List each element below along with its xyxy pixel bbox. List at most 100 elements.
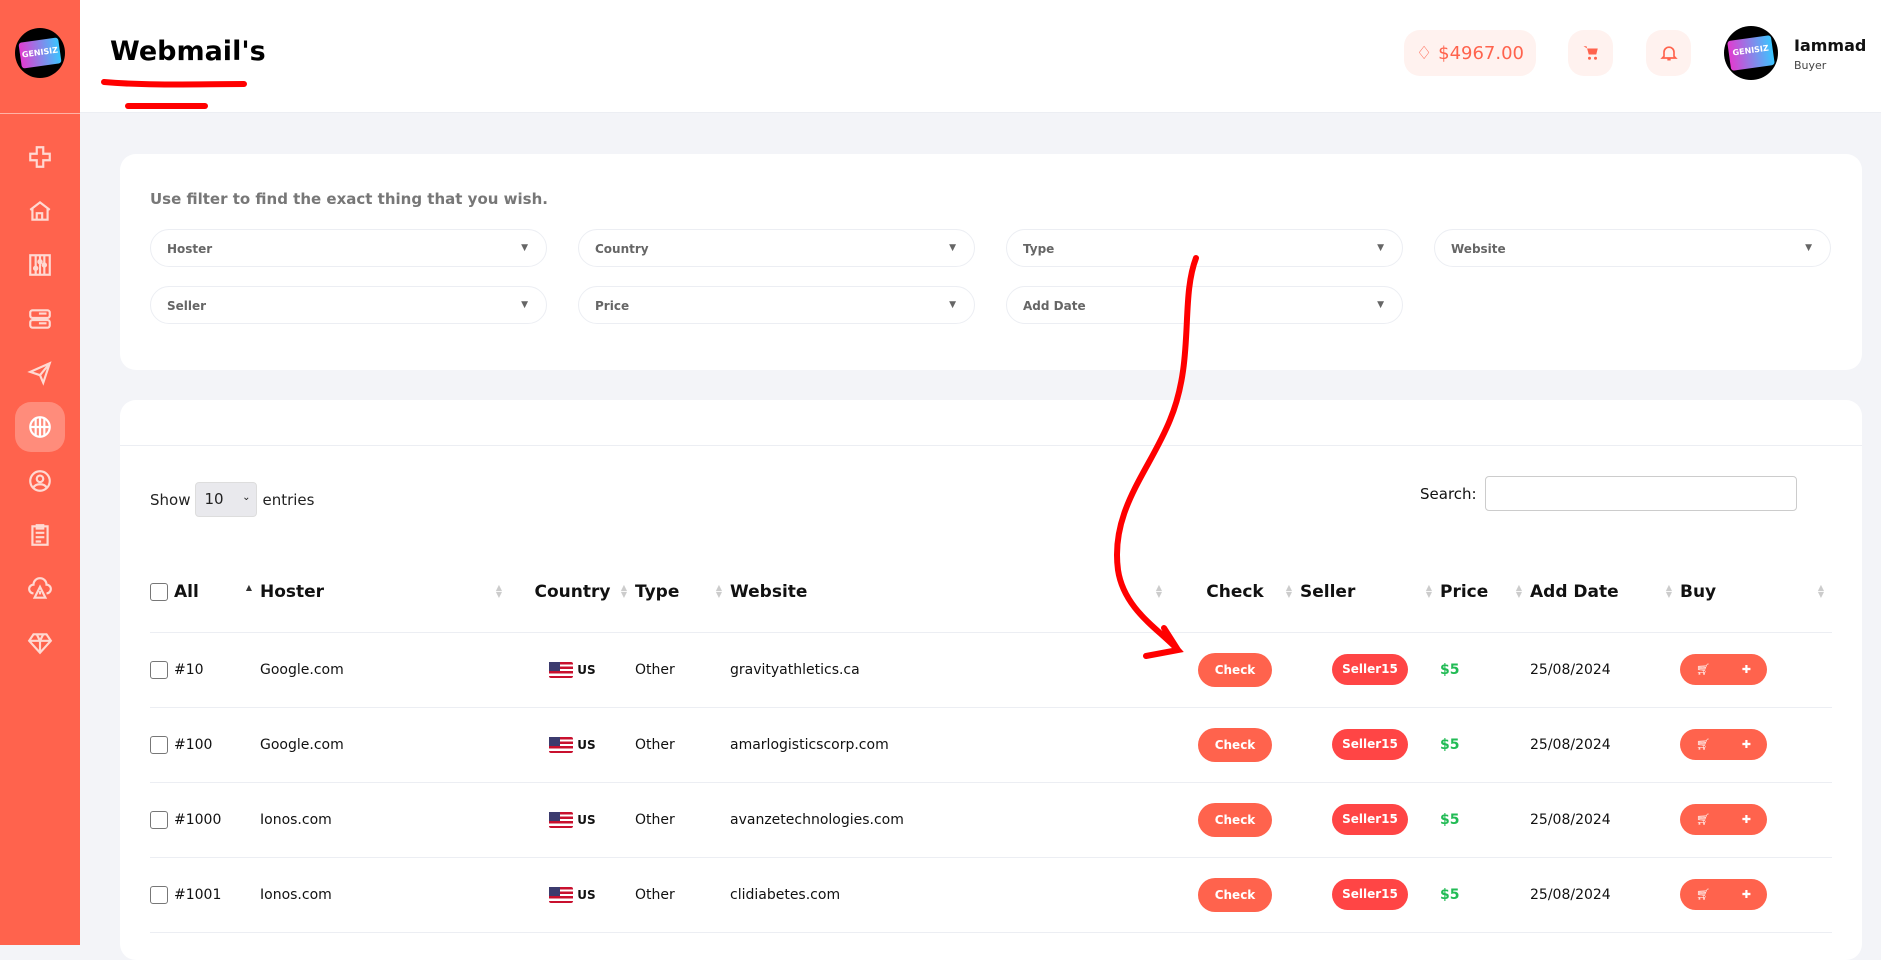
check-button[interactable]: Check	[1198, 802, 1272, 837]
search-input[interactable]	[1484, 476, 1797, 511]
diamond-icon: ♢	[1415, 42, 1433, 64]
hoster: Ionos.com	[260, 782, 510, 858]
column-header-website[interactable]: Website ▲ ▼	[730, 552, 1170, 633]
add-to-cart-icon[interactable]: ✚	[1742, 888, 1751, 901]
cart-icon[interactable]: 🛒︎	[1696, 663, 1710, 676]
row-checkbox[interactable]	[150, 660, 168, 679]
balance-value: $4967.00	[1438, 42, 1525, 64]
column-header-type[interactable]: Type ▲ ▼	[635, 552, 730, 633]
filter-hint: Use filter to find the exact thing that …	[150, 190, 548, 208]
diamond-icon[interactable]	[15, 618, 65, 668]
server-icon[interactable]	[15, 294, 65, 344]
avatar[interactable]: GENISIZ	[1724, 26, 1778, 80]
column-header-seller[interactable]: Seller ▲ ▼	[1300, 552, 1440, 633]
divider	[120, 445, 1862, 446]
logo[interactable]: GENISIZ	[15, 28, 65, 78]
select-all-checkbox[interactable]	[150, 582, 168, 601]
price-select[interactable]: Price ▼	[578, 286, 975, 324]
caret-down-icon: ▼	[949, 300, 956, 310]
type-select[interactable]: Type ▼	[1006, 229, 1403, 267]
add-to-cart-icon[interactable]: ✚	[1742, 813, 1751, 826]
column-header-all[interactable]: All ▲	[150, 552, 260, 633]
sort-icon: ▲ ▼	[1665, 583, 1672, 599]
type: Other	[635, 632, 730, 708]
type: Other	[635, 857, 730, 933]
balance-badge[interactable]: ♢ $4967.00	[1404, 30, 1536, 76]
home-icon[interactable]	[15, 186, 65, 236]
sort-icon: ▲ ▼	[1515, 583, 1522, 599]
website: gravityathletics.ca	[730, 632, 1170, 708]
hoster-select[interactable]: Hoster ▼	[150, 229, 547, 267]
row-id: #1000	[174, 811, 222, 828]
column-header-add-date[interactable]: Add Date ▲ ▼	[1530, 552, 1680, 633]
clipboard-icon[interactable]	[15, 510, 65, 560]
sidebar: GENISIZ	[0, 0, 80, 945]
column-header-hoster[interactable]: Hoster ▲ ▼	[260, 552, 510, 633]
type: Other	[635, 782, 730, 858]
row-id: #1001	[174, 886, 222, 903]
cart-icon	[1583, 46, 1598, 60]
table-row: #100 Google.com US Other amarlogisticsco…	[150, 707, 1832, 783]
page-title: Webmail's	[110, 36, 266, 67]
row-checkbox[interactable]	[150, 735, 168, 754]
caret-down-icon: ▼	[521, 300, 528, 310]
seller-badge[interactable]: Seller15	[1332, 804, 1408, 835]
country: US	[577, 887, 596, 902]
hoster: Google.com	[260, 707, 510, 783]
type: Other	[635, 707, 730, 783]
website: avanzetechnologies.com	[730, 782, 1170, 858]
row-id: #100	[174, 736, 213, 753]
seller-select[interactable]: Seller ▼	[150, 286, 547, 324]
sort-icon: ▲ ▼	[1285, 583, 1292, 599]
caret-down-icon: ▼	[1377, 300, 1384, 310]
support-button[interactable]	[1646, 30, 1691, 76]
row-checkbox[interactable]	[150, 810, 168, 829]
hoster: Ionos.com	[260, 857, 510, 933]
us-flag-icon	[549, 811, 574, 828]
seller-badge[interactable]: Seller15	[1332, 654, 1408, 685]
us-flag-icon	[549, 736, 574, 753]
data-table: All ▲ Hoster ▲ ▼ Country ▲ ▼ Type ▲ ▼ Website ▲ ▼ Chec…	[150, 552, 1832, 933]
us-flag-icon	[549, 886, 574, 903]
add-icon[interactable]	[15, 132, 65, 182]
cart-icon[interactable]: 🛒︎	[1696, 738, 1710, 751]
country: US	[577, 662, 596, 677]
entries-select[interactable]: 10 ⌄	[195, 482, 258, 517]
cart-icon[interactable]: 🛒︎	[1696, 888, 1710, 901]
column-header-buy[interactable]: Buy ▲ ▼	[1680, 552, 1832, 633]
price: $5	[1440, 782, 1530, 858]
globe-icon[interactable]	[15, 402, 65, 452]
seller-badge[interactable]: Seller15	[1332, 729, 1408, 760]
add-date-select[interactable]: Add Date ▼	[1006, 286, 1403, 324]
user-name: Iammad	[1794, 36, 1867, 55]
check-button[interactable]: Check	[1198, 727, 1272, 762]
add-to-cart-icon[interactable]: ✚	[1742, 738, 1751, 751]
price: $5	[1440, 632, 1530, 708]
table-row: #1001 Ionos.com US Other clidiabetes.com…	[150, 857, 1832, 933]
row-checkbox[interactable]	[150, 885, 168, 904]
cart-icon[interactable]: 🛒︎	[1696, 813, 1710, 826]
add-date: 25/08/2024	[1530, 782, 1680, 858]
website: clidiabetes.com	[730, 857, 1170, 933]
table-row: #1000 Ionos.com US Other avanzetechnolog…	[150, 782, 1832, 858]
cloud-alert-icon[interactable]	[15, 564, 65, 614]
add-date: 25/08/2024	[1530, 707, 1680, 783]
user-circle-icon[interactable]	[15, 456, 65, 506]
check-button[interactable]: Check	[1198, 652, 1272, 687]
website-select[interactable]: Website ▼	[1434, 229, 1831, 267]
send-icon[interactable]	[15, 348, 65, 398]
column-header-country[interactable]: Country ▲ ▼	[510, 552, 635, 633]
country-select[interactable]: Country ▼	[578, 229, 975, 267]
column-header-price[interactable]: Price ▲ ▼	[1440, 552, 1530, 633]
price: $5	[1440, 857, 1530, 933]
add-date: 25/08/2024	[1530, 632, 1680, 708]
cart-button[interactable]	[1568, 30, 1613, 76]
entries-control: Show 10 ⌄ entries	[150, 482, 314, 517]
check-button[interactable]: Check	[1198, 877, 1272, 912]
sliders-icon[interactable]	[15, 240, 65, 290]
table-card: Show 10 ⌄ entries Search: All ▲ Hoster ▲ ▼ Cou…	[120, 400, 1862, 960]
add-to-cart-icon[interactable]: ✚	[1742, 663, 1751, 676]
column-header-check[interactable]: Check ▲ ▼	[1170, 552, 1300, 633]
divider	[0, 113, 80, 114]
seller-badge[interactable]: Seller15	[1332, 879, 1408, 910]
